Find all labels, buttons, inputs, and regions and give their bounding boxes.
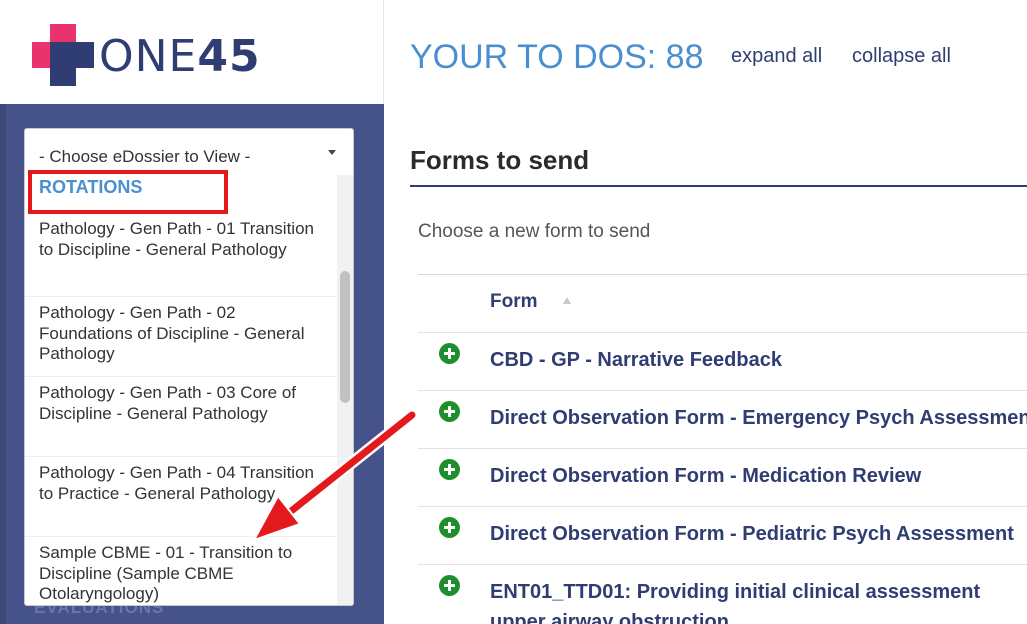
table-row[interactable]: Direct Observation Form - Emergency Psyc… [418,390,1027,448]
logo-wordmark[interactable]: ONE45 [99,31,261,83]
form-name[interactable]: Direct Observation Form - Pediatric Psyc… [490,523,1014,546]
form-name[interactable]: Direct Observation Form - Emergency Psyc… [490,407,1027,430]
sort-ascending-icon[interactable] [563,297,571,304]
annotation-highlight-box [28,170,228,214]
column-header-form[interactable]: Form [490,291,538,313]
add-circle-icon[interactable] [439,575,460,596]
one45-logo-mark [32,24,94,86]
page-title: YOUR TO DOS: 88 [410,38,704,76]
dropdown-scrollbar-thumb[interactable] [340,271,350,403]
edossier-select[interactable]: - Choose eDossier to View - [25,129,353,175]
edossier-option[interactable]: Pathology - Gen Path - 04 Transition to … [25,457,337,537]
table-row[interactable]: ENT01_TTD01: Providing initial clinical … [418,564,1027,624]
table-row[interactable]: CBD - GP - Narrative Feedback [418,332,1027,390]
edossier-options-list: ROTATIONS Pathology - Gen Path - 01 Tran… [25,175,337,605]
expand-all-link[interactable]: expand all [731,45,822,68]
form-name[interactable]: ENT01_TTD01: Providing initial clinical … [490,581,980,604]
choose-form-prompt: Choose a new form to send [418,221,651,242]
logo-text-one: ONE [99,31,198,82]
add-circle-icon[interactable] [439,517,460,538]
logo-text-num: 45 [197,31,261,82]
chevron-down-icon[interactable] [328,150,336,155]
edossier-option[interactable]: Pathology - Gen Path - 03 Core of Discip… [25,377,337,457]
edossier-option[interactable]: Pathology - Gen Path - 02 Foundations of… [25,297,337,377]
add-circle-icon[interactable] [439,401,460,422]
table-row[interactable]: Direct Observation Form - Medication Rev… [418,448,1027,506]
section-title: Forms to send [410,145,590,175]
table-divider [418,274,1027,275]
edossier-option[interactable]: Pathology - Gen Path - 01 Transition to … [25,217,337,297]
add-circle-icon[interactable] [439,459,460,480]
form-name[interactable]: CBD - GP - Narrative Feedback [490,349,782,372]
form-name-continuation[interactable]: upper airway obstruction [490,611,729,624]
add-circle-icon[interactable] [439,343,460,364]
edossier-option[interactable]: Sample CBME - 01 - Transition to Discipl… [25,537,337,605]
collapse-all-link[interactable]: collapse all [852,45,951,68]
dropdown-scrollbar[interactable] [337,175,353,605]
section-divider [410,185,1027,187]
form-name[interactable]: Direct Observation Form - Medication Rev… [490,465,921,488]
logo-area: ONE45 [0,0,384,104]
edossier-select-value: - Choose eDossier to View - [39,147,251,166]
table-row[interactable]: Direct Observation Form - Pediatric Psyc… [418,506,1027,564]
